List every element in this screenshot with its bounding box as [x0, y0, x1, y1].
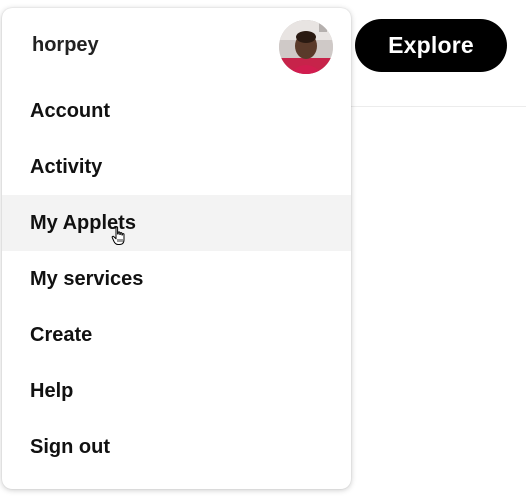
- user-avatar-photo-icon: [279, 20, 333, 74]
- menu-item-my-applets[interactable]: My Applets: [2, 195, 351, 251]
- user-profile-row[interactable]: horpey: [2, 8, 351, 84]
- avatar[interactable]: [279, 20, 333, 74]
- menu-list: Account Activity My Applets My services …: [2, 83, 351, 475]
- menu-item-sign-out[interactable]: Sign out: [2, 419, 351, 475]
- hand-cursor-icon: [111, 226, 125, 245]
- explore-button[interactable]: Explore: [355, 19, 507, 72]
- header-divider: [350, 106, 526, 107]
- menu-item-help[interactable]: Help: [2, 363, 351, 419]
- menu-item-account[interactable]: Account: [2, 83, 351, 139]
- menu-item-create[interactable]: Create: [2, 307, 351, 363]
- menu-item-my-services[interactable]: My services: [2, 251, 351, 307]
- menu-item-activity[interactable]: Activity: [2, 139, 351, 195]
- account-dropdown-menu: horpey Account Activity My Applets My se…: [2, 8, 351, 489]
- username: horpey: [32, 34, 99, 56]
